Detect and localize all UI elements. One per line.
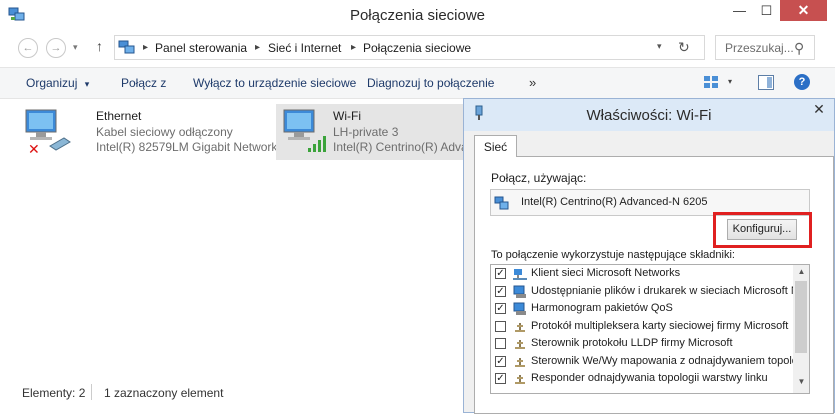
list-item[interactable]: Protokół multipleksera karty sieciowej f… (491, 319, 793, 337)
window-title: Połączenia sieciowe (349, 7, 486, 24)
list-item[interactable]: ✓ Sterownik We/Wy mapowania z odnajdywani… (491, 354, 798, 372)
component-label: Sterownik We/Wy mapowania z odnajdywanie… (531, 354, 798, 367)
scroll-thumb[interactable] (795, 281, 807, 353)
status-divider (91, 384, 92, 400)
breadcrumb-network-internet[interactable]: Sieć i Internet (268, 41, 341, 55)
network-adapter-icon (494, 196, 509, 210)
file-share-icon (513, 285, 526, 298)
component-label: Responder odnajdywania topologii warstwy… (531, 372, 768, 384)
minimize-button[interactable]: — (726, 0, 753, 21)
up-arrow-icon[interactable]: ↑ (96, 38, 110, 54)
address-dropdown-chevron-icon[interactable]: ▾ (657, 41, 662, 52)
svg-text:✕: ✕ (28, 142, 40, 156)
list-item[interactable]: ✓ Klient sieci Microsoft Networks (491, 266, 793, 284)
qos-icon (513, 302, 526, 315)
search-input[interactable]: Przeszukaj... ⚲ (715, 35, 815, 60)
item-count: Elementy: 2 (22, 386, 86, 400)
protocol-icon (515, 322, 525, 332)
search-icon[interactable]: ⚲ (794, 40, 804, 57)
component-checkbox[interactable]: ✓ (495, 355, 506, 367)
breadcrumb-network-connections[interactable]: Połączenia sieciowe (363, 41, 471, 55)
connection-device: Intel(R) 82579LM Gigabit Network... (96, 140, 288, 154)
components-label: To połączenie wykorzystuje następujące s… (491, 249, 735, 261)
view-options-chevron-icon[interactable]: ▾ (728, 77, 732, 86)
component-checkbox[interactable] (495, 338, 506, 349)
component-label: Sterownik protokołu LLDP firmy Microsoft (531, 337, 733, 349)
wifi-adapter-icon (283, 109, 326, 152)
organize-label: Organizuj (26, 76, 78, 90)
highlight-annotation (713, 212, 812, 248)
search-placeholder: Przeszukaj... (725, 41, 794, 55)
vertical-scrollbar[interactable]: ▲ ▼ (793, 265, 809, 393)
connect-to-button[interactable]: Połącz z (121, 76, 166, 90)
component-label: Klient sieci Microsoft Networks (531, 267, 681, 279)
connection-name: Ethernet (96, 109, 142, 123)
help-icon[interactable]: ? (794, 74, 810, 90)
organize-menu-button[interactable]: Organizuj ▾ (26, 76, 89, 90)
network-client-icon (513, 269, 527, 280)
network-tab-panel: Połącz, używając: Intel(R) Centrino(R) A… (474, 156, 834, 414)
component-label: Harmonogram pakietów QoS (531, 302, 673, 314)
selection-count: 1 zaznaczony element (104, 386, 224, 400)
scroll-up-icon[interactable]: ▲ (793, 267, 809, 279)
list-item[interactable]: ✓ Harmonogram pakietów QoS (491, 301, 793, 319)
forward-arrow-icon[interactable]: → (46, 38, 66, 58)
command-bar: Organizuj ▾ Połącz z Wyłącz to urządzeni… (0, 67, 835, 99)
status-bar: Elementy: 2 1 zaznaczony element (0, 383, 465, 403)
tab-network[interactable]: Sieć (474, 135, 517, 157)
dialog-title: Właściwości: Wi-Fi (586, 107, 712, 124)
chevron-down-icon: ▾ (84, 79, 90, 89)
connection-status: LH-private 3 (333, 125, 399, 139)
protocol-icon (515, 357, 525, 367)
component-checkbox[interactable]: ✓ (495, 268, 506, 279)
list-item[interactable]: ✓ Responder odnajdywania topologii warstw… (491, 371, 793, 389)
breadcrumb-separator-icon: ▸ (255, 42, 261, 53)
connect-using-label: Połącz, używając: (491, 171, 587, 185)
network-folder-icon (118, 40, 135, 54)
scroll-down-icon[interactable]: ▼ (793, 377, 809, 389)
connection-wifi[interactable]: Wi-Fi LH-private 3 Intel(R) Centrino(R) … (276, 104, 476, 160)
more-commands-button[interactable]: » (529, 75, 536, 90)
change-view-icon[interactable] (703, 75, 719, 89)
connection-ethernet[interactable]: ✕ Ethernet Kabel sieciowy odłączony Inte… (18, 104, 287, 160)
back-arrow-icon[interactable]: ← (18, 38, 38, 58)
diagnose-connection-button[interactable]: Diagnozuj to połączenie (367, 76, 494, 90)
breadcrumb-control-panel[interactable]: Panel sterowania (155, 41, 247, 55)
preview-pane-icon[interactable] (758, 75, 774, 90)
disable-device-button[interactable]: Wyłącz to urządzenie sieciowe (193, 76, 356, 90)
list-item[interactable]: ✓ Udostępnianie plików i drukarek w sieci… (491, 284, 799, 302)
dialog-close-button[interactable]: ✕ (804, 99, 834, 119)
connection-device: Intel(R) Centrino(R) Adva (333, 140, 468, 154)
address-bar[interactable]: ▸ Panel sterowania ▸ Sieć i Internet ▸ P… (114, 35, 705, 60)
component-checkbox[interactable]: ✓ (495, 303, 506, 314)
adapter-name: Intel(R) Centrino(R) Advanced-N 6205 (521, 196, 708, 208)
component-checkbox[interactable]: ✓ (495, 373, 506, 384)
title-bar: Połączenia sieciowe — ☐ ✕ (0, 0, 835, 32)
maximize-button[interactable]: ☐ (753, 0, 780, 21)
dialog-title-bar: Właściwości: Wi-Fi ✕ (464, 99, 834, 131)
refresh-icon[interactable]: ↻ (678, 39, 690, 56)
wifi-properties-dialog: Właściwości: Wi-Fi ✕ Sieć Połącz, używaj… (463, 98, 835, 414)
recent-locations-chevron-icon[interactable]: ▾ (73, 42, 78, 53)
list-item[interactable]: Sterownik protokołu LLDP firmy Microsoft (491, 336, 793, 354)
component-label: Protokół multipleksera karty sieciowej f… (531, 319, 789, 332)
component-checkbox[interactable]: ✓ (495, 285, 506, 297)
components-list[interactable]: ✓ Klient sieci Microsoft Networks ✓ Udostęp… (490, 264, 810, 394)
component-checkbox[interactable] (495, 320, 506, 332)
ethernet-adapter-icon: ✕ (25, 109, 71, 156)
component-label: Udostępnianie plików i drukarek w siecia… (531, 284, 799, 297)
breadcrumb-separator-icon: ▸ (351, 42, 357, 53)
connection-name: Wi-Fi (333, 109, 361, 123)
close-button[interactable]: ✕ (780, 0, 827, 21)
breadcrumb-separator-icon: ▸ (143, 42, 149, 53)
protocol-icon (515, 375, 525, 384)
protocol-icon (515, 340, 525, 349)
connection-status: Kabel sieciowy odłączony (96, 125, 233, 139)
